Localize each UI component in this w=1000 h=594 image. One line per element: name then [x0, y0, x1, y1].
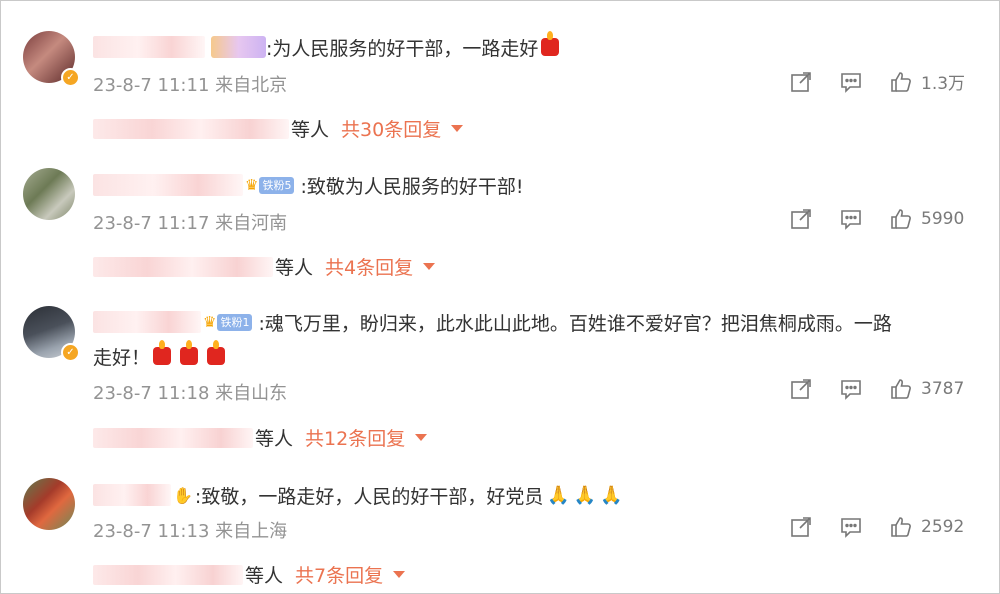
reply-summary: 等人 共30条回复 [93, 115, 464, 142]
verified-badge-icon: ✓ [61, 68, 80, 87]
avatar[interactable] [23, 478, 75, 530]
share-icon[interactable] [789, 207, 813, 231]
hand-icon: ✋ [173, 485, 193, 505]
username[interactable] [93, 36, 205, 58]
chevron-down-icon[interactable] [423, 263, 436, 270]
comment-meta: 23-8-7 11:17 来自河南 [93, 213, 288, 234]
fan-badge: ♛ 铁粉1 [203, 313, 253, 331]
like-count: 5990 [921, 209, 965, 229]
share-icon[interactable] [789, 70, 813, 94]
comment-icon[interactable] [839, 70, 863, 94]
comment-meta: 23-8-7 11:13 来自上海 [93, 521, 288, 542]
comment-text: :为人民服务的好干部，一路走好 [266, 37, 539, 60]
comment-icon[interactable] [839, 515, 863, 539]
share-icon[interactable] [789, 515, 813, 539]
comment-meta: 23-8-7 11:18 来自山东 [93, 383, 288, 404]
view-replies-link[interactable]: 共4条回复 [325, 253, 413, 280]
like-count: 3787 [921, 379, 965, 399]
chevron-down-icon[interactable] [393, 571, 406, 578]
comment-text: :致敬为人民服务的好干部! [300, 175, 524, 198]
comment-icon[interactable] [839, 207, 863, 231]
view-replies-link[interactable]: 共30条回复 [341, 115, 441, 142]
avatar[interactable] [23, 168, 75, 220]
view-replies-link[interactable]: 共12条回复 [305, 424, 405, 451]
share-icon[interactable] [789, 377, 813, 401]
comment-text: :致敬，一路走好，人民的好干部，好党员 [194, 485, 544, 508]
comment-text-continued: 走好！ [93, 346, 151, 369]
thumbs-up-icon[interactable] [889, 377, 913, 401]
candle-icon [207, 340, 226, 365]
comment-meta: 23-8-7 11:11 来自北京 [93, 75, 288, 96]
username[interactable] [93, 174, 243, 196]
thumbs-up-icon[interactable] [889, 207, 913, 231]
replier-names[interactable] [93, 427, 253, 448]
username[interactable] [93, 484, 171, 506]
thumbs-up-icon[interactable] [889, 515, 913, 539]
reply-summary: 等人 共4条回复 [93, 253, 436, 280]
reply-summary: 等人 共7条回复 [93, 561, 406, 588]
member-badge-icon [211, 36, 266, 58]
crown-icon: ♛ [245, 176, 259, 194]
reply-summary: 等人 共12条回复 [93, 424, 428, 451]
pray-icon: 🙏 [573, 484, 597, 506]
thumbs-up-icon[interactable] [889, 70, 913, 94]
view-replies-link[interactable]: 共7条回复 [295, 561, 383, 588]
comment-text: :魂飞万里，盼归来，此水此山此地。百姓谁不爱好官？把泪焦桐成雨。一路 [258, 312, 892, 335]
replier-names[interactable] [93, 564, 243, 585]
verified-badge-icon: ✓ [61, 343, 80, 362]
candle-icon [541, 31, 560, 56]
chevron-down-icon[interactable] [415, 434, 428, 441]
chevron-down-icon[interactable] [451, 125, 464, 132]
crown-icon: ♛ [203, 313, 217, 331]
pray-icon: 🙏 [600, 484, 623, 506]
like-count: 1.3万 [921, 74, 966, 94]
fan-badge: ♛ 铁粉5 [245, 176, 295, 194]
pray-icon: 🙏 [547, 484, 570, 506]
replier-names[interactable] [93, 256, 273, 277]
candle-icon [153, 340, 172, 365]
replier-names[interactable] [93, 118, 289, 139]
username[interactable] [93, 311, 201, 333]
candle-icon [180, 340, 199, 365]
comment-icon[interactable] [839, 377, 863, 401]
like-count: 2592 [921, 517, 965, 537]
comment-list: ✓ :为人民服务的好干部，一路走好 23-8-7 11:11 来自北京 1.3万… [0, 0, 1000, 594]
